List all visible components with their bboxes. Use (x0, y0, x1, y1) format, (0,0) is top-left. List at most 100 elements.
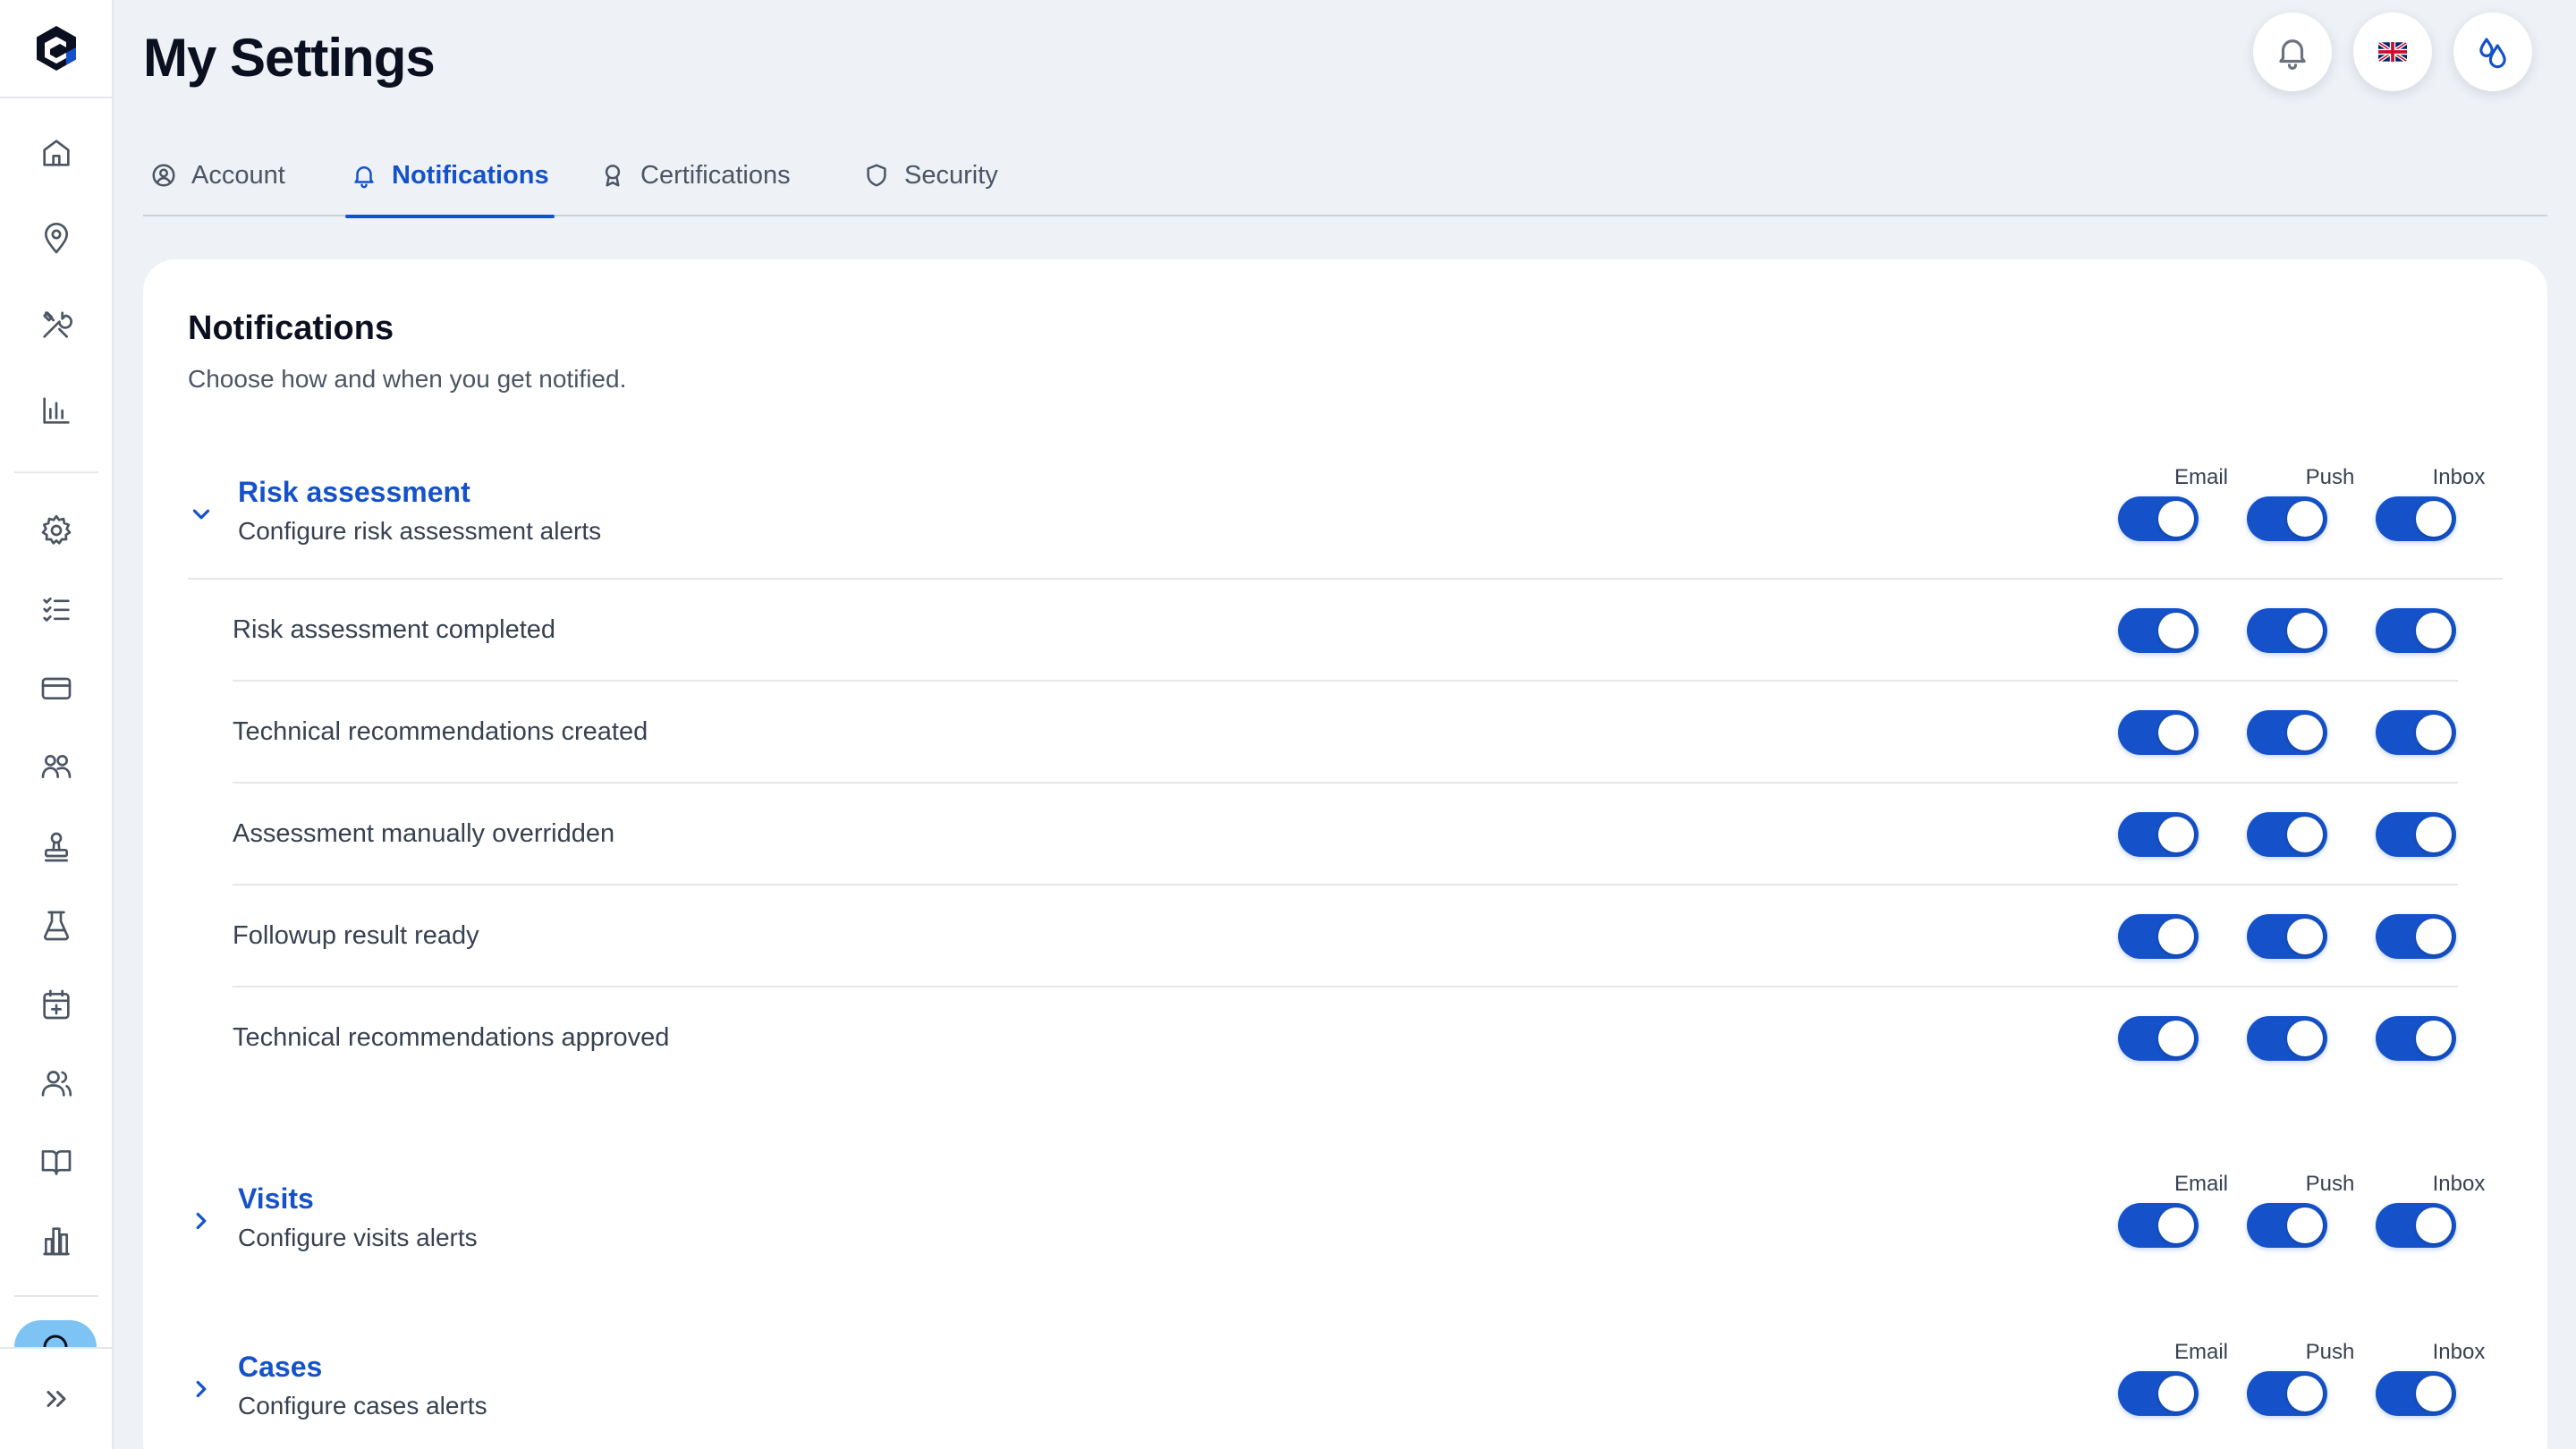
notification-label: Followup result ready (233, 921, 479, 950)
list-item: Assessment manually overridden (233, 784, 2458, 886)
notification-label: Risk assessment completed (233, 615, 556, 644)
inbox-toggle[interactable] (2376, 710, 2456, 755)
email-toggle[interactable] (2118, 1016, 2199, 1061)
email-toggle[interactable] (2118, 496, 2199, 541)
list-item: Followup result ready (233, 886, 2458, 987)
push-toggle[interactable] (2247, 1203, 2327, 1248)
inbox-toggle[interactable] (2376, 914, 2456, 959)
column-label-inbox: Inbox (2432, 1340, 2486, 1364)
tab-notifications[interactable]: Notifications (345, 134, 555, 218)
app-logo[interactable] (0, 0, 112, 98)
inbox-toggle[interactable] (2376, 1371, 2456, 1416)
list-item: Risk assessment completed (233, 580, 2458, 682)
email-toggle[interactable] (2118, 608, 2199, 653)
book-open-icon[interactable] (36, 1141, 77, 1182)
group-subtitle: Configure visits alerts (238, 1224, 478, 1251)
tab-security[interactable]: Security (863, 134, 998, 216)
column-label-email: Email (2174, 465, 2228, 489)
column-label-push: Push (2305, 1172, 2355, 1196)
user-circle-icon (152, 164, 175, 187)
group-cases[interactable]: Cases Configure cases alerts Email Push … (143, 1331, 2547, 1449)
language-button[interactable] (2353, 13, 2432, 91)
expand-sidebar-button[interactable] (0, 1347, 112, 1449)
gear-icon[interactable] (36, 510, 77, 551)
sidebar-divider (14, 471, 98, 473)
bell-icon (2279, 39, 2306, 70)
award-icon (605, 165, 621, 187)
push-toggle[interactable] (2247, 1371, 2327, 1416)
shield-icon (867, 164, 886, 187)
tab-label: Certifications (640, 160, 791, 190)
uk-flag-icon (2378, 42, 2407, 62)
sidebar (0, 0, 114, 1449)
checklist-icon[interactable] (36, 589, 77, 630)
column-label-inbox: Inbox (2432, 1172, 2486, 1196)
notification-label: Assessment manually overridden (233, 819, 615, 848)
email-toggle[interactable] (2118, 1203, 2199, 1248)
push-toggle[interactable] (2247, 710, 2327, 755)
push-toggle[interactable] (2247, 812, 2327, 857)
card-title: Notifications (188, 309, 394, 347)
tools-icon[interactable] (36, 304, 77, 345)
credit-card-icon[interactable] (36, 667, 77, 708)
group-subtitle: Configure risk assessment alerts (238, 517, 602, 545)
droplets-icon (2479, 38, 2506, 69)
card-subtitle: Choose how and when you get notified. (188, 365, 627, 393)
flask-icon[interactable] (36, 905, 77, 946)
group-visits[interactable]: Visits Configure visits alerts Email Pus… (143, 1163, 2547, 1297)
inbox-toggle[interactable] (2376, 496, 2456, 541)
notification-label: Technical recommendations approved (233, 1023, 670, 1052)
list-item: Technical recommendations created (233, 682, 2458, 784)
notifications-card: Notifications Choose how and when you ge… (143, 259, 2547, 1449)
inbox-toggle[interactable] (2376, 812, 2456, 857)
column-label-email: Email (2174, 1340, 2228, 1364)
inbox-toggle[interactable] (2376, 1016, 2456, 1061)
tab-certifications[interactable]: Certifications (599, 134, 791, 216)
settings-tabs: Account Notifications Certifications Sec… (143, 134, 2547, 218)
calendar-plus-icon[interactable] (36, 984, 77, 1025)
group-risk-assessment[interactable]: Risk assessment Configure risk assessmen… (143, 456, 2547, 590)
push-toggle[interactable] (2247, 608, 2327, 653)
column-label-email: Email (2174, 1172, 2228, 1196)
tab-label: Account (191, 160, 285, 190)
tab-account[interactable]: Account (150, 134, 285, 216)
sidebar-divider (14, 1295, 98, 1297)
people-icon[interactable] (36, 1063, 77, 1104)
bar-chart-icon[interactable] (36, 390, 77, 431)
column-label-inbox: Inbox (2432, 465, 2486, 489)
profile-button[interactable] (2453, 13, 2532, 91)
push-toggle[interactable] (2247, 1016, 2327, 1061)
list-item: Technical recommendations approved (233, 987, 2458, 1089)
inbox-toggle[interactable] (2376, 608, 2456, 653)
chevrons-right-icon (47, 1391, 65, 1407)
email-toggle[interactable] (2118, 710, 2199, 755)
column-label-push: Push (2305, 1340, 2355, 1364)
building-chart-icon[interactable] (36, 1220, 77, 1261)
home-icon[interactable] (36, 132, 77, 174)
group-title[interactable]: Cases (238, 1351, 322, 1384)
chevron-down-icon[interactable] (188, 501, 215, 528)
stamp-icon[interactable] (36, 826, 77, 868)
email-toggle[interactable] (2118, 1371, 2199, 1416)
email-toggle[interactable] (2118, 914, 2199, 959)
logo-icon (36, 26, 76, 71)
map-pin-icon[interactable] (36, 218, 77, 259)
group-title[interactable]: Risk assessment (238, 476, 470, 509)
push-toggle[interactable] (2247, 496, 2327, 541)
push-toggle[interactable] (2247, 914, 2327, 959)
notification-label: Technical recommendations created (233, 717, 648, 746)
tab-label: Notifications (392, 160, 549, 190)
email-toggle[interactable] (2118, 812, 2199, 857)
column-label-push: Push (2305, 465, 2355, 489)
notifications-button[interactable] (2253, 13, 2332, 91)
help-chat-icon[interactable] (14, 1320, 97, 1347)
inbox-toggle[interactable] (2376, 1203, 2456, 1248)
chevron-right-icon[interactable] (188, 1208, 215, 1234)
tab-label: Security (904, 160, 998, 190)
group-title[interactable]: Visits (238, 1182, 314, 1216)
chevron-right-icon[interactable] (188, 1376, 215, 1402)
bell-icon (354, 166, 374, 189)
users-group-icon[interactable] (36, 746, 77, 787)
group-subtitle: Configure cases alerts (238, 1392, 487, 1419)
page-title: My Settings (143, 28, 436, 88)
